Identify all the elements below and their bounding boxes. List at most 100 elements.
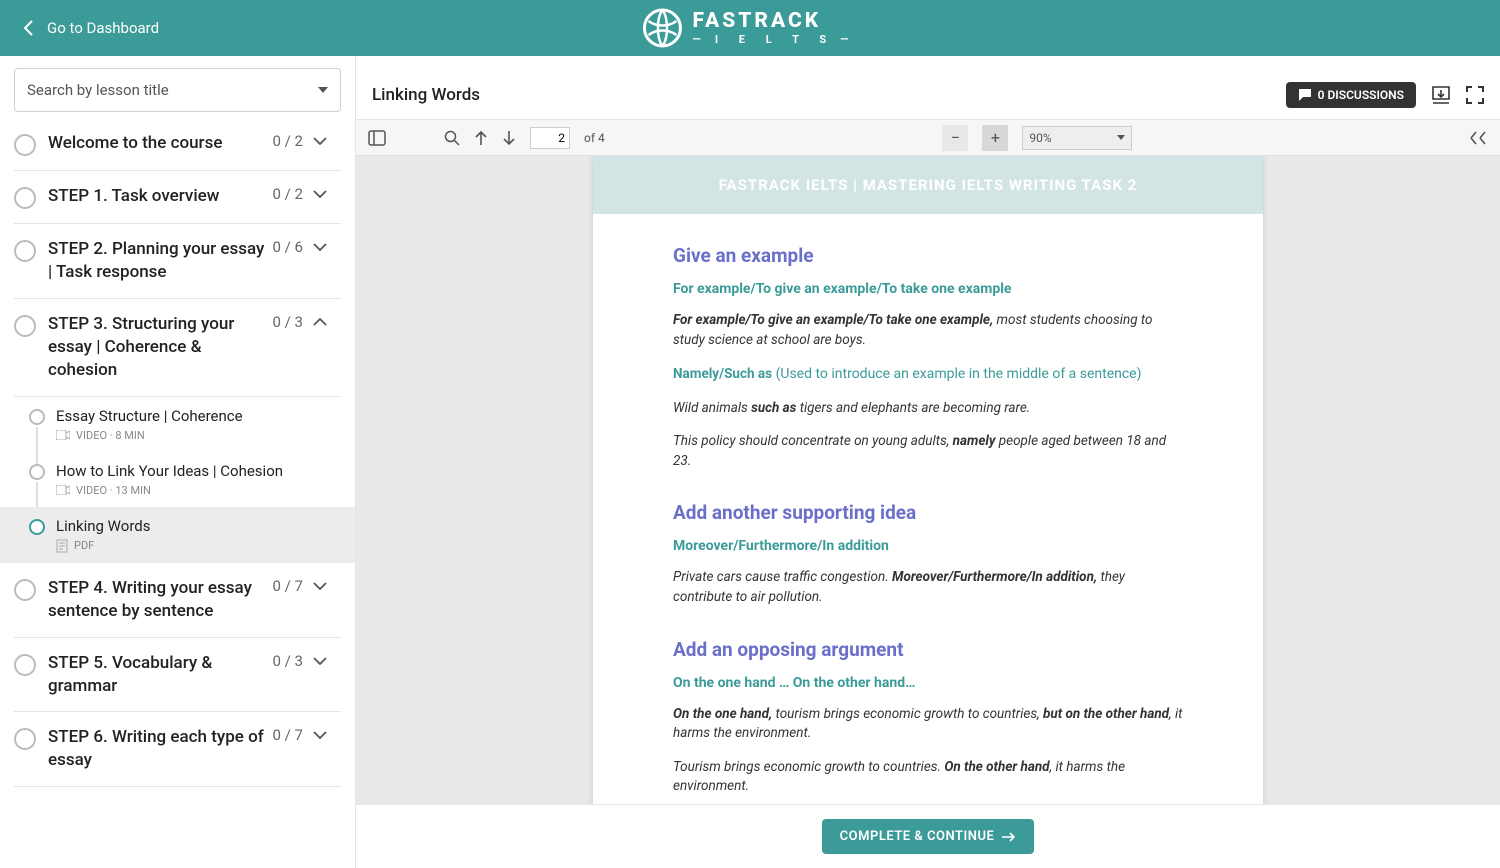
module-item[interactable]: STEP 2. Planning your essay | Task respo… [14,224,341,299]
module-count: 0 / 3 [273,652,304,670]
module-item[interactable]: Welcome to the course 0 / 2 [14,118,341,171]
page-down-icon[interactable] [502,130,516,146]
module-count: 0 / 2 [273,185,304,203]
lesson-title: Essay Structure | Coherence [56,407,341,425]
search-placeholder: Search by lesson title [27,81,169,99]
progress-circle-icon [14,187,36,209]
caret-down-icon [318,87,328,93]
chevron-up-icon [313,318,327,326]
module-title: STEP 1. Task overview [48,185,219,208]
section-heading: Give an example [673,244,1183,267]
module-title: STEP 3. Structuring your essay | Coheren… [48,313,265,382]
section-subheading: For example/To give an example/To take o… [673,281,1183,297]
back-label: Go to Dashboard [47,19,159,37]
module-count: 0 / 2 [273,132,304,150]
globe-icon [642,8,682,48]
lesson-meta: PDF [56,539,341,553]
content-header: Linking Words 0 DISCUSSIONS [356,70,1500,120]
paragraph: On the one hand, tourism brings economic… [673,705,1183,744]
module-title: STEP 6. Writing each type of essay [48,726,265,772]
chevron-down-icon [313,731,327,739]
discussions-button[interactable]: 0 DISCUSSIONS [1286,82,1416,108]
chevron-down-icon [313,137,327,145]
progress-circle-icon [14,579,36,601]
progress-circle-icon [14,240,36,262]
content-footer: COMPLETE & CONTINUE [356,804,1500,868]
chat-icon [1298,88,1312,102]
module-count: 0 / 7 [273,577,304,595]
module-item[interactable]: STEP 6. Writing each type of essay 0 / 7 [14,712,341,787]
lesson-meta: VIDEO · 13 MIN [56,484,341,497]
chevron-left-icon [24,20,33,36]
progress-circle-icon [14,315,36,337]
progress-circle-icon [14,134,36,156]
module-title: STEP 4. Writing your essay sentence by s… [48,577,265,623]
paragraph: Wild animals such as tigers and elephant… [673,399,1183,419]
content-area: Linking Words 0 DISCUSSIONS of 4 − + [356,56,1500,868]
page-header-band: FASTRACK IELTS | MASTERING IELTS WRITING… [593,156,1263,214]
chevron-down-icon [313,190,327,198]
zoom-out-button[interactable]: − [942,125,968,151]
module-count: 0 / 3 [273,313,304,331]
back-to-dashboard[interactable]: Go to Dashboard [0,19,159,37]
brand-main: FASTRACK [692,11,821,32]
module-title: STEP 5. Vocabulary & grammar [48,652,265,698]
module-item[interactable]: STEP 4. Writing your essay sentence by s… [14,563,341,638]
lesson-progress-icon [29,519,45,535]
chevron-down-icon [313,657,327,665]
paragraph: This policy should concentrate on young … [673,432,1183,471]
lesson-progress-icon [29,464,45,480]
zoom-select[interactable]: 90% [1022,126,1132,150]
pdf-toolbar: of 4 − + 90% [356,120,1500,156]
chevron-down-icon [313,243,327,251]
module-item[interactable]: STEP 3. Structuring your essay | Coheren… [14,299,341,397]
fullscreen-icon[interactable] [1466,86,1484,104]
download-icon[interactable] [1430,84,1452,106]
module-title: Welcome to the course [48,132,222,155]
progress-circle-icon [14,728,36,750]
module-count: 0 / 7 [273,726,304,744]
module-title: STEP 2. Planning your essay | Task respo… [48,238,265,284]
zoom-in-button[interactable]: + [982,125,1008,151]
top-bar: Go to Dashboard FASTRACK — I E L T S — [0,0,1500,56]
lesson-title: Linking Words [372,85,480,105]
paragraph: For example/To give an example/To take o… [673,311,1183,350]
document-viewport[interactable]: FASTRACK IELTS | MASTERING IELTS WRITING… [356,156,1500,804]
lesson-title: Linking Words [56,517,341,535]
lesson-progress-icon [29,409,45,425]
complete-continue-button[interactable]: COMPLETE & CONTINUE [822,819,1035,854]
tools-menu-icon[interactable] [1470,131,1488,145]
paragraph: Tourism brings economic growth to countr… [673,758,1183,797]
progress-circle-icon [14,654,36,676]
chevron-down-icon [313,582,327,590]
caret-down-icon [1117,135,1125,140]
section-subheading: Moreover/Furthermore/In addition [673,538,1183,554]
module-item[interactable]: STEP 1. Task overview 0 / 2 [14,171,341,224]
module-item[interactable]: STEP 5. Vocabulary & grammar 0 / 3 [14,638,341,713]
page-total: of 4 [584,131,605,145]
brand-logo: FASTRACK — I E L T S — [642,8,857,48]
lesson-item[interactable]: Essay Structure | Coherence VIDEO · 8 MI… [14,397,341,452]
arrow-right-icon [1002,832,1016,842]
sidebar-toggle-icon[interactable] [368,130,386,146]
section-heading: Add an opposing argument [673,638,1183,661]
paragraph: Private cars cause traffic congestion. M… [673,568,1183,607]
module-count: 0 / 6 [273,238,304,256]
pdf-icon [56,539,68,553]
section-heading: Add another supporting idea [673,501,1183,524]
search-icon[interactable] [444,130,460,146]
pdf-page: FASTRACK IELTS | MASTERING IELTS WRITING… [593,156,1263,804]
brand-sub: — I E L T S — [692,34,857,45]
lesson-meta: VIDEO · 8 MIN [56,429,341,442]
video-icon [56,485,70,495]
sidebar: Search by lesson title Welcome to the co… [0,56,356,868]
section-subheading: On the one hand … On the other hand… [673,675,1183,691]
page-up-icon[interactable] [474,130,488,146]
paragraph: Namely/Such as (Used to introduce an exa… [673,364,1183,385]
search-lessons[interactable]: Search by lesson title [14,68,341,112]
lesson-title: How to Link Your Ideas | Cohesion [56,462,341,480]
lesson-item[interactable]: How to Link Your Ideas | Cohesion VIDEO … [14,452,341,507]
page-number-input[interactable] [530,127,570,149]
lesson-item[interactable]: Linking Words PDF [0,507,355,563]
video-icon [56,430,70,440]
